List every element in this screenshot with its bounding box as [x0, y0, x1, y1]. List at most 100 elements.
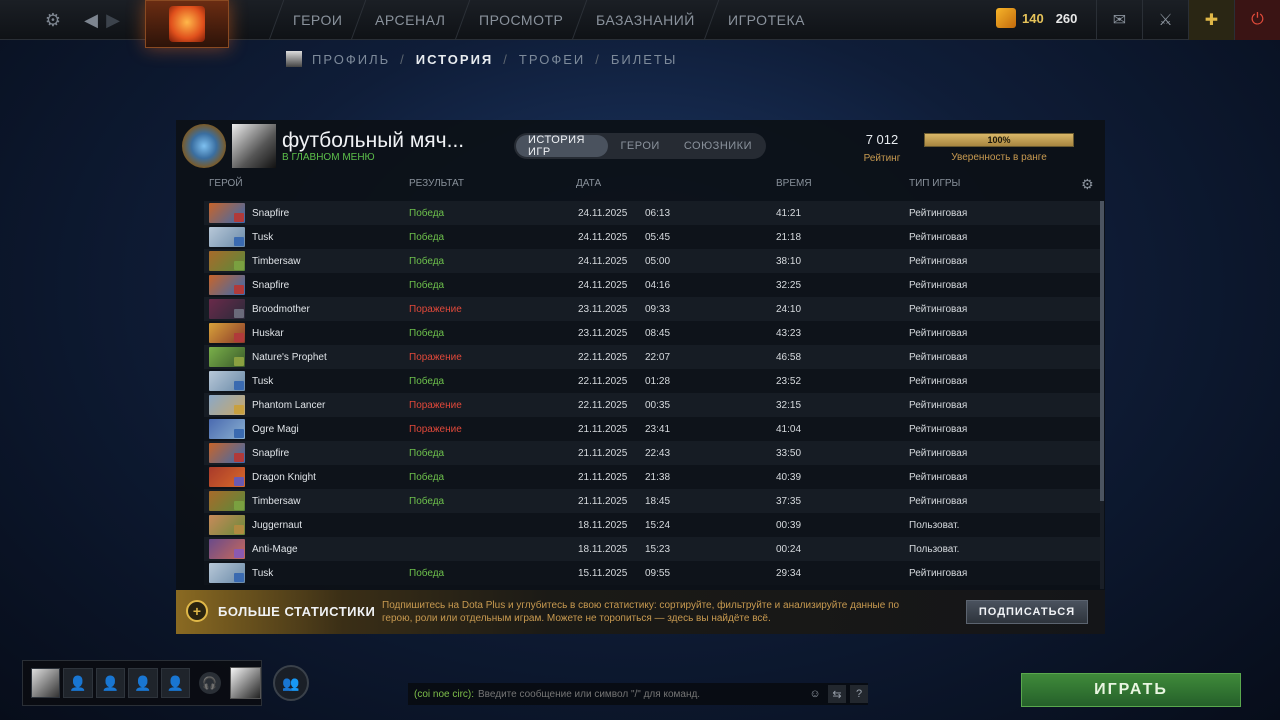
avatar-mini	[286, 51, 302, 67]
nav-heroes[interactable]: ГЕРОИ	[268, 0, 366, 40]
nav-knowledge-base[interactable]: БАЗАЗНАНИЙ	[571, 0, 719, 40]
table-row[interactable]: Snapfire Победа 24.11.2025 04:16 32:25 Рейтин…	[204, 273, 1100, 297]
avatar[interactable]	[232, 124, 276, 168]
help-icon[interactable]: ?	[850, 685, 868, 703]
scrollbar[interactable]	[1100, 201, 1104, 589]
match-duration: 29:34	[776, 568, 802, 579]
tab-match-history[interactable]: ИСТОРИЯ ИГР	[516, 134, 609, 158]
match-time: 21:38	[645, 472, 671, 483]
dota-plus-icon: +	[186, 600, 208, 622]
tab-allies[interactable]: СОЮЗНИКИ	[672, 135, 764, 157]
match-result: Победа	[409, 208, 445, 219]
nav-arsenal[interactable]: АРСЕНАЛ	[351, 0, 470, 40]
party-slot-empty[interactable]: 👤	[63, 668, 93, 698]
table-row[interactable]: Phantom Lancer Поражение 22.11.2025 00:35 32…	[204, 393, 1100, 417]
forward-arrow-icon[interactable]: ▶	[102, 9, 124, 31]
table-row[interactable]: Tusk Победа 22.11.2025 01:28 23:52 Рейтингова…	[204, 369, 1100, 393]
table-row[interactable]: Snapfire Победа 24.11.2025 06:13 41:21 Рейтин…	[204, 201, 1100, 225]
header-hero[interactable]: ГЕРОЙ	[209, 178, 243, 189]
hero-name: Anti-Mage	[252, 544, 298, 555]
party-slot-empty[interactable]: 👤	[95, 668, 126, 698]
header-game-type[interactable]: ТИП ИГРЫ	[909, 178, 960, 189]
table-row[interactable]: Tusk Победа 15.11.2025 09:55 29:34 Рейтингова…	[204, 561, 1100, 585]
history-tabs: ИСТОРИЯ ИГР ГЕРОИ СОЮЗНИКИ	[514, 133, 766, 159]
table-row[interactable]: Dragon Knight Победа 21.11.2025 21:38 40:39 Р…	[204, 465, 1100, 489]
match-date: 22.11.2025	[578, 376, 628, 387]
confidence-value: 100%	[987, 135, 1011, 145]
header-result[interactable]: РЕЗУЛЬТАТ	[409, 178, 464, 189]
subnav-separator: /	[503, 51, 509, 67]
nav-watch[interactable]: ПРОСМОТР	[454, 0, 587, 40]
match-time: 23:41	[645, 424, 671, 435]
voice-chat-icon[interactable]: 🎧	[199, 672, 221, 694]
match-date: 21.11.2025	[578, 472, 628, 483]
header-duration[interactable]: ВРЕМЯ	[776, 178, 812, 189]
table-settings-gear-icon[interactable]: ⚙	[1081, 176, 1094, 193]
match-result: Победа	[409, 448, 445, 459]
power-icon[interactable]: ⏻	[1234, 0, 1280, 40]
party-slot-self[interactable]	[31, 668, 61, 698]
table-row[interactable]: Broodmother Поражение 23.11.2025 09:33 24:10…	[204, 297, 1100, 321]
rank-confidence: 100% Уверенность в ранге	[924, 133, 1074, 163]
hero-name: Tusk	[252, 232, 274, 243]
subnav-history[interactable]: ИСТОРИЯ	[416, 52, 494, 67]
match-date: 24.11.2025	[578, 208, 628, 219]
scrollbar-thumb[interactable]	[1100, 201, 1104, 501]
party-slot-empty[interactable]: 👤	[128, 668, 158, 698]
table-row[interactable]: Tusk Победа 24.11.2025 05:45 21:18 Рейтингова…	[204, 225, 1100, 249]
back-arrow-icon[interactable]: ◀	[80, 9, 102, 31]
game-type: Рейтинговая	[909, 496, 968, 507]
table-header: ГЕРОЙ РЕЗУЛЬТАТ ДАТА ВРЕМЯ ТИП ИГРЫ ⚙	[176, 176, 1105, 194]
table-row[interactable]: Anti-Mage 18.11.2025 15:23 00:24 Пользоват.	[204, 537, 1100, 561]
match-time: 08:45	[645, 328, 671, 339]
subnav-profile[interactable]: ПРОФИЛЬ	[312, 52, 390, 67]
top-nav-bar: ⚙ ◀ ▶ ГЕРОИ АРСЕНАЛ ПРОСМОТР БАЗАЗНАНИЙ …	[0, 0, 1280, 48]
header-date[interactable]: ДАТА	[576, 178, 601, 189]
currency-display[interactable]: 140 260	[996, 8, 1077, 28]
role-badge-icon	[234, 525, 244, 534]
profile-subnav: ПРОФИЛЬ / ИСТОРИЯ / ТРОФЕИ / БИЛЕТЫ	[286, 50, 677, 68]
game-type: Пользоват.	[909, 544, 960, 555]
subscribe-button[interactable]: ПОДПИСАТЬСЯ	[966, 600, 1088, 624]
dota-logo-button[interactable]	[145, 0, 229, 48]
play-button[interactable]: ИГРАТЬ	[1021, 673, 1241, 707]
table-row[interactable]: Snapfire Победа 21.11.2025 22:43 33:50 Рейтин…	[204, 441, 1100, 465]
table-row[interactable]: Nature's Prophet Поражение 22.11.2025 22:07…	[204, 345, 1100, 369]
party-panel: 👤 👤 👤 👤 🎧	[22, 660, 262, 706]
match-time: 22:43	[645, 448, 671, 459]
dota-plus-icon[interactable]: ✚	[1188, 0, 1234, 40]
chat-channel[interactable]: (coi noe circ):	[414, 689, 474, 700]
party-slot-empty[interactable]: 👤	[160, 668, 191, 698]
emoticon-icon[interactable]: ☺	[806, 685, 824, 703]
role-badge-icon	[234, 405, 244, 414]
subnav-trophies[interactable]: ТРОФЕИ	[519, 52, 585, 67]
chat-input[interactable]	[478, 688, 799, 700]
table-row[interactable]: Huskar Победа 23.11.2025 08:45 43:23 Рейтинго…	[204, 321, 1100, 345]
match-date: 21.11.2025	[578, 448, 628, 459]
friends-list-icon[interactable]: 👥	[273, 665, 309, 701]
table-row[interactable]: Juggernaut 18.11.2025 15:24 00:39 Пользоват.	[204, 513, 1100, 537]
table-row[interactable]: Ogre Magi Поражение 21.11.2025 23:41 41:04 Ре…	[204, 417, 1100, 441]
mail-icon[interactable]: ✉	[1096, 0, 1142, 40]
match-duration: 37:35	[776, 496, 802, 507]
nav-game-library[interactable]: ИГРОТЕКА	[703, 0, 829, 40]
table-row[interactable]: Timbersaw Победа 21.11.2025 18:45 37:35 Рейти…	[204, 489, 1100, 513]
rank-medal-icon[interactable]	[182, 124, 226, 168]
player-status: В ГЛАВНОМ МЕНЮ	[282, 152, 375, 163]
game-type: Рейтинговая	[909, 352, 968, 363]
game-type: Рейтинговая	[909, 424, 968, 435]
rating-value: 7 012	[865, 132, 899, 147]
role-badge-icon	[234, 429, 244, 438]
subnav-separator: /	[595, 51, 601, 67]
match-time: 18:45	[645, 496, 671, 507]
dota-plus-description: Подпишитесь на Dota Plus и углубитесь в …	[382, 600, 900, 624]
party-hero-portrait[interactable]	[229, 667, 262, 699]
chat-wheel-icon[interactable]: ⇆	[828, 685, 846, 703]
subnav-tickets[interactable]: БИЛЕТЫ	[611, 52, 678, 67]
settings-gear-icon[interactable]: ⚙	[42, 9, 64, 31]
tab-heroes[interactable]: ГЕРОИ	[608, 135, 671, 157]
player-name: футбольный мяч...	[282, 129, 465, 152]
match-date: 21.11.2025	[578, 424, 628, 435]
armory-icon[interactable]: ⚔	[1142, 0, 1188, 40]
table-row[interactable]: Timbersaw Победа 24.11.2025 05:00 38:10 Рейти…	[204, 249, 1100, 273]
